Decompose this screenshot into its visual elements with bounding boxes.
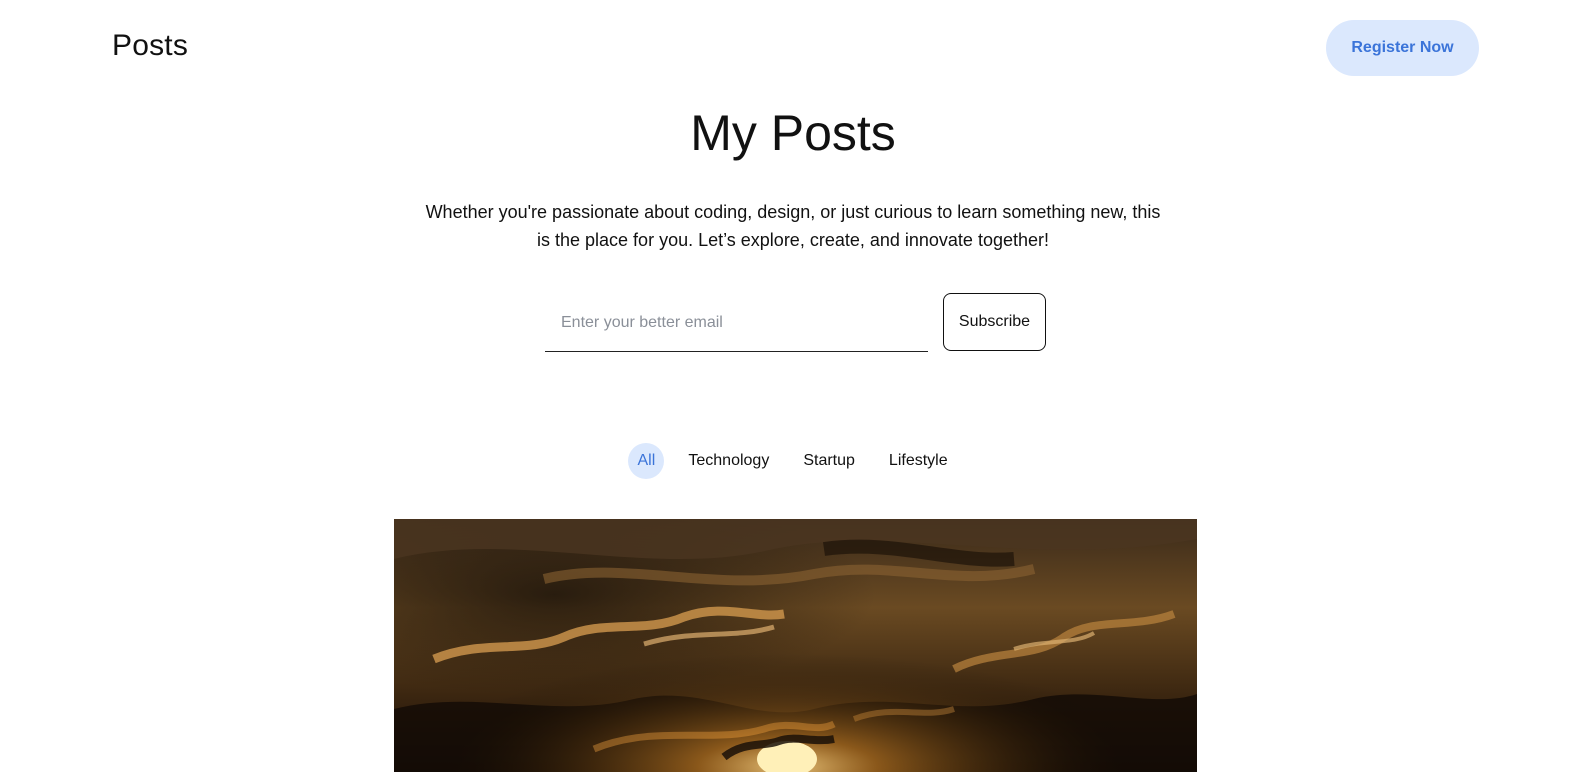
tab-all[interactable]: All [628, 443, 665, 479]
site-logo[interactable]: Posts [112, 29, 188, 63]
tab-technology[interactable]: Technology [678, 443, 779, 479]
email-input[interactable] [545, 294, 928, 351]
tab-startup[interactable]: Startup [793, 443, 865, 479]
register-now-button[interactable]: Register Now [1326, 20, 1479, 76]
posts-page: Posts Register Now My Posts Whether you'… [0, 0, 1586, 772]
tab-lifestyle[interactable]: Lifestyle [879, 443, 958, 479]
category-tabs: All Technology Startup Lifestyle [0, 443, 1586, 479]
site-header: Posts Register Now [0, 0, 1586, 96]
page-description: Whether you're passionate about coding, … [425, 202, 1161, 250]
page-title: My Posts [690, 105, 896, 161]
sunset-clouds-image [394, 519, 1197, 772]
subscribe-button[interactable]: Subscribe [943, 293, 1046, 351]
email-field-wrapper [545, 294, 928, 352]
featured-post-image[interactable] [394, 519, 1197, 772]
